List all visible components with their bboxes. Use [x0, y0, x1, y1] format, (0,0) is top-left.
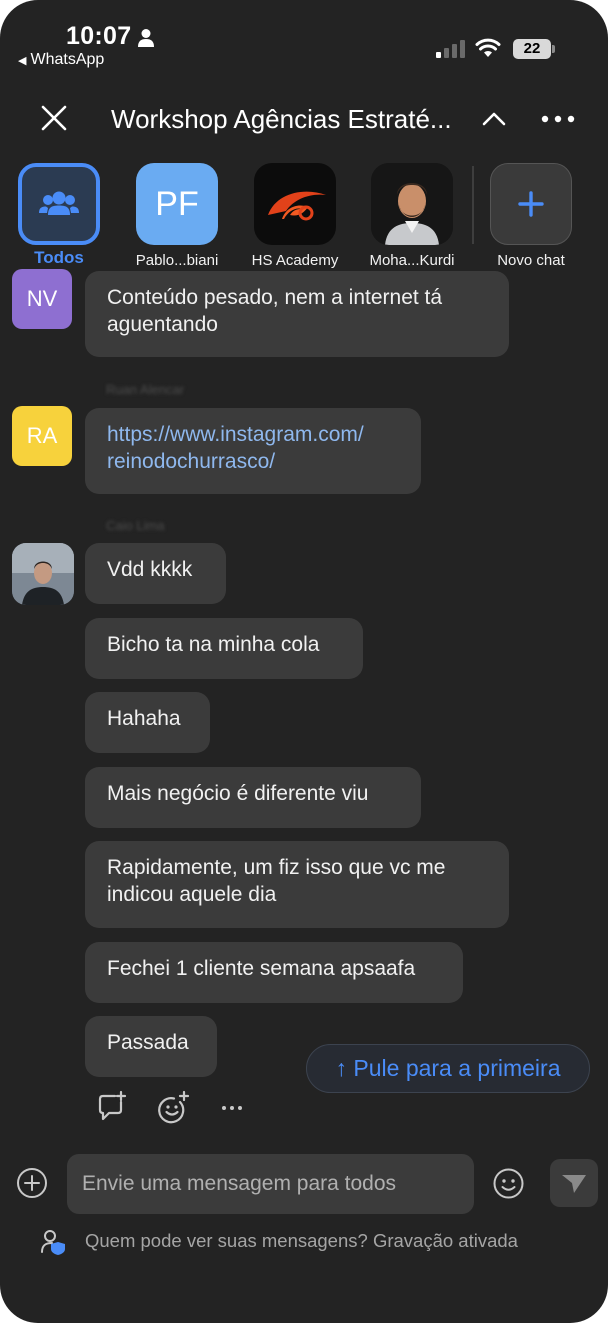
more-actions-icon[interactable] — [216, 1090, 250, 1124]
battery-icon: 22 — [513, 39, 551, 59]
privacy-text[interactable]: Quem pode ver suas mensagens? Gravação a… — [85, 1230, 518, 1252]
status-time: 10:07 — [66, 22, 132, 50]
back-to-app-link[interactable]: ◀ WhatsApp — [18, 51, 104, 69]
privacy-icon — [41, 1230, 65, 1255]
mohammad-avatar — [371, 163, 453, 245]
hs-academy-logo — [254, 163, 336, 245]
back-triangle-icon: ◀ — [18, 55, 27, 67]
chat-strip-todos[interactable]: Todos — [4, 163, 114, 268]
send-button[interactable] — [550, 1159, 598, 1207]
message-bubble[interactable]: Vdd kkkk — [85, 543, 226, 604]
hs-logo-icon — [268, 191, 326, 221]
chat-title[interactable]: Workshop Agências Estraté... — [111, 104, 471, 135]
message-text: Hahaha — [107, 707, 181, 730]
message-bubble[interactable]: Conteúdo pesado, nem a internet tá aguen… — [85, 271, 509, 357]
message-bubble[interactable]: Hahaha — [85, 692, 210, 753]
emoji-icon[interactable] — [492, 1167, 525, 1200]
back-app-label: WhatsApp — [30, 51, 105, 68]
message-text: Fechei 1 cliente semana apsaafa — [107, 957, 416, 980]
message-input[interactable] — [67, 1154, 474, 1214]
reply-icon[interactable] — [95, 1090, 129, 1124]
send-icon — [562, 1175, 586, 1193]
hs-academy-label: HS Academy — [251, 252, 339, 269]
message-text: Passada — [107, 1031, 189, 1054]
pablo-avatar: PF — [136, 163, 218, 245]
chat-strip-mohammad[interactable]: Moha...Kurdi — [357, 163, 467, 269]
pablo-label: Pablo...biani — [135, 252, 219, 269]
message-link[interactable]: reinodochurrasco/ — [107, 448, 399, 475]
message-bubble[interactable]: https://www.instagram.com/ reinodochurra… — [85, 408, 421, 494]
wifi-icon — [475, 38, 501, 57]
person-photo-icon — [12, 543, 74, 605]
message-bubble[interactable]: Rapidamente, um fiz isso que vc me indic… — [85, 841, 509, 928]
message-link[interactable]: https://www.instagram.com/ — [107, 421, 399, 448]
message-bubble[interactable]: Passada — [85, 1016, 217, 1077]
avatar-ra[interactable]: RA — [12, 406, 72, 466]
plus-icon — [518, 191, 544, 217]
sender-name: Caio Lima — [106, 518, 165, 533]
message-text: Conteúdo pesado, nem a internet tá — [107, 286, 443, 309]
group-icon — [39, 191, 79, 215]
avatar-photo[interactable] — [12, 543, 74, 605]
strip-divider — [472, 166, 474, 244]
message-bubble[interactable]: Fechei 1 cliente semana apsaafa — [85, 942, 463, 1003]
chat-strip-pablo[interactable]: PF Pablo...biani — [122, 163, 232, 269]
new-chat-tile — [490, 163, 572, 245]
new-chat-label: Novo chat — [497, 252, 565, 269]
phone-screen: 10:07 ◀ WhatsApp 22 Workshop Agências Est… — [0, 0, 608, 1323]
jump-to-first-button[interactable]: ↑ Pule para a primeira — [306, 1044, 590, 1093]
message-text: aguentando — [107, 313, 218, 336]
message-text: Bicho ta na minha cola — [107, 633, 320, 656]
chat-strip-new-chat[interactable]: Novo chat — [476, 163, 586, 269]
close-icon[interactable] — [38, 102, 70, 134]
person-photo-icon — [371, 163, 453, 245]
add-reaction-icon[interactable] — [156, 1090, 190, 1124]
signal-icon — [436, 40, 465, 58]
add-icon[interactable] — [16, 1167, 48, 1199]
todos-tile — [18, 163, 100, 245]
message-text: Rapidamente, um fiz isso que vc me — [107, 856, 446, 879]
message-text: Vdd kkkk — [107, 558, 193, 581]
sender-name: Ruan Alencar — [106, 382, 185, 397]
chat-strip-hs-academy[interactable]: HS Academy — [240, 163, 350, 269]
message-bubble[interactable]: Mais negócio é diferente viu — [85, 767, 421, 828]
chevron-up-icon[interactable] — [480, 106, 508, 132]
todos-label: Todos — [34, 248, 84, 267]
battery-tip — [552, 45, 555, 53]
avatar-nv[interactable]: NV — [12, 269, 72, 329]
message-text: indicou aquele dia — [107, 883, 277, 906]
more-icon[interactable] — [540, 112, 576, 126]
message-bubble[interactable]: Bicho ta na minha cola — [85, 618, 363, 679]
message-text: Mais negócio é diferente viu — [107, 782, 369, 805]
mohammad-label: Moha...Kurdi — [369, 252, 455, 269]
person-icon — [138, 29, 154, 47]
